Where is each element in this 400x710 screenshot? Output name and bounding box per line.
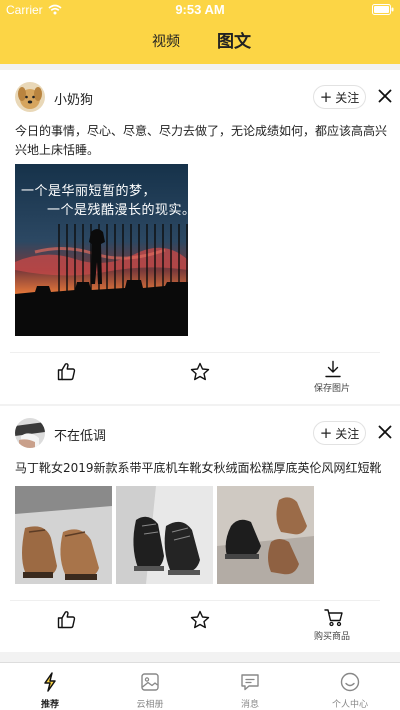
tabbar-item-cloud-album[interactable]: 云相册 [100,663,200,710]
username[interactable]: 不在低调 [54,425,106,444]
lightning-icon [44,672,56,692]
message-icon [241,674,259,691]
tabbar-label: 个人中心 [331,700,368,710]
shopping-cart-icon[interactable] [324,608,344,627]
post-card: 不在低调 + 关注 马丁靴女2019新款系带平底机车靴女秋绒面松糕厚底英伦风网红… [0,406,400,652]
tabbar-label: 消息 [240,700,259,710]
divider [10,352,380,353]
divider [10,600,380,601]
post-image[interactable]: 一个是华丽短暂的梦， 一个是残酷漫长的现实。 [15,164,188,336]
image-caption-line2: 一个是残酷漫长的现实。 [47,203,188,218]
follow-label: 关注 [335,90,360,105]
post-text: 马丁靴女2019新款系带平底机车靴女秋绒面松糕厚底英伦风网红短靴 [15,461,382,475]
tabbar-item-profile[interactable]: 个人中心 [300,663,400,710]
close-icon[interactable] [378,425,392,439]
follow-label: 关注 [335,426,360,441]
battery-icon [372,4,394,15]
tabbar-label: 推荐 [40,700,59,710]
photo-album-icon [141,673,159,691]
plus-icon: + [319,87,333,106]
status-bar: Carrier 9:53 AM [0,0,400,20]
avatar[interactable] [15,82,45,112]
post-card: 小奶狗 + 关注 今日的事情，尽心、尽意、尽力去做了，无论成绩如何，都应该高高兴… [0,70,400,404]
tabbar-label: 云相册 [136,700,164,710]
image-caption-line1: 一个是华丽短暂的梦， [21,184,157,199]
tab-article[interactable]: 图文 [217,30,251,54]
avatar[interactable] [15,418,45,448]
follow-button[interactable]: + 关注 [313,421,366,445]
buy-product-button[interactable]: 购买商品 [314,629,350,642]
product-thumbnail[interactable] [15,486,112,584]
plus-icon: + [319,423,333,442]
star-icon[interactable] [190,362,210,381]
product-thumbnail[interactable] [116,486,213,584]
follow-button[interactable]: + 关注 [313,85,366,109]
tab-video[interactable]: 视频 [152,30,180,54]
download-icon[interactable] [324,360,342,378]
smiley-icon [340,672,360,692]
tabbar-item-recommend[interactable]: 推荐 [0,663,100,710]
header-bar: Carrier 9:53 AM 视频 图文 [0,0,400,64]
clock-time: 9:53 AM [175,2,225,17]
star-icon[interactable] [190,610,210,629]
username[interactable]: 小奶狗 [54,89,93,108]
close-icon[interactable] [378,89,392,103]
bottom-tab-bar: 推荐 云相册 消息 个人中心 [0,662,400,710]
tabbar-item-messages[interactable]: 消息 [200,663,300,710]
product-images [15,486,315,586]
thumbs-up-icon[interactable] [57,610,76,629]
save-image-button[interactable]: 保存图片 [314,381,350,394]
post-text: 今日的事情，尽心、尽意、尽力去做了，无论成绩如何，都应该高高兴兴地上床恬睡。 [15,124,388,157]
thumbs-up-icon[interactable] [57,362,76,381]
product-thumbnail[interactable] [217,486,314,584]
